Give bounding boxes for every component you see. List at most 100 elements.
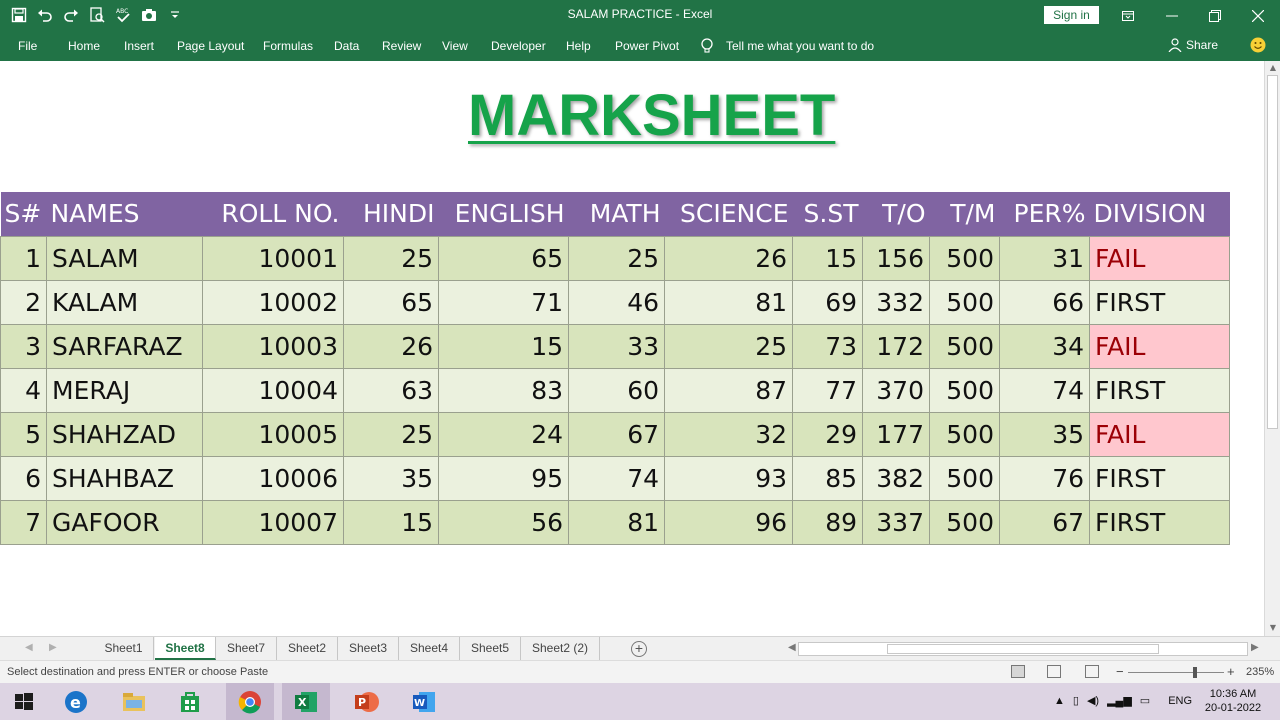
total-obtained-cell[interactable]: 172 [862,323,930,369]
division-cell[interactable]: FAIL [1089,235,1230,281]
tab-file[interactable]: File [18,39,37,53]
zoom-level[interactable]: 235% [1246,666,1274,678]
tab-developer[interactable]: Developer [491,39,546,53]
math-cell[interactable]: 74 [568,455,665,501]
science-cell[interactable]: 87 [664,367,793,413]
edge-icon[interactable]: e [52,683,100,720]
hindi-cell[interactable]: 25 [343,411,439,457]
start-icon[interactable] [0,683,48,720]
vertical-scrollbar[interactable]: ▲ ▼ [1264,61,1280,636]
sheet-tab-sheet4[interactable]: Sheet4 [399,637,460,660]
name-cell[interactable]: SARFARAZ [46,323,203,369]
header-sno[interactable]: S# [0,192,47,236]
science-cell[interactable]: 81 [664,279,793,325]
total-obtained-cell[interactable]: 156 [862,235,930,281]
sheet-tab-sheet1[interactable]: Sheet1 [94,637,154,660]
tab-insert[interactable]: Insert [124,39,154,53]
hscroll-left-icon[interactable]: ◀ [788,642,796,653]
total-marks-cell[interactable]: 500 [929,279,1000,325]
sst-cell[interactable]: 77 [792,367,863,413]
header-division[interactable]: DIVISION [1089,192,1230,236]
percentage-cell[interactable]: 76 [999,455,1090,501]
scroll-down-icon[interactable]: ▼ [1268,623,1278,633]
division-cell[interactable]: FIRST [1089,279,1230,325]
tab-help[interactable]: Help [566,39,591,53]
header-roll-no[interactable]: ROLL NO. [202,192,344,236]
sign-in-button[interactable]: Sign in [1044,6,1099,24]
network-icon[interactable]: ▂▄▆ [1107,694,1132,707]
sno-cell[interactable]: 5 [0,411,47,457]
hindi-cell[interactable]: 63 [343,367,439,413]
math-cell[interactable]: 25 [568,235,665,281]
math-cell[interactable]: 60 [568,367,665,413]
clock[interactable]: 10:36 AM 20-01-2022 [1203,687,1263,715]
header-total-marks[interactable]: T/M [929,192,1000,236]
tab-power-pivot[interactable]: Power Pivot [615,39,679,53]
header-names[interactable]: NAMES [46,192,203,236]
page-break-view-icon[interactable] [1085,665,1099,678]
page-layout-view-icon[interactable] [1047,665,1061,678]
hscroll-right-icon[interactable]: ▶ [1251,642,1259,653]
science-cell[interactable]: 32 [664,411,793,457]
roll-no-cell[interactable]: 10003 [202,323,344,369]
add-sheet-icon[interactable]: + [631,641,647,657]
roll-no-cell[interactable]: 10004 [202,367,344,413]
zoom-in-icon[interactable]: + [1227,664,1235,679]
header-science[interactable]: SCIENCE [664,192,793,236]
close-icon[interactable] [1236,0,1280,31]
share-button[interactable]: Share [1168,38,1218,52]
chrome-icon[interactable] [226,683,274,720]
english-cell[interactable]: 95 [438,455,569,501]
vertical-scroll-thumb[interactable] [1267,75,1278,429]
language-indicator[interactable]: ENG [1168,695,1192,707]
sno-cell[interactable]: 3 [0,323,47,369]
division-cell[interactable]: FIRST [1089,499,1230,545]
smiley-feedback-icon[interactable] [1250,37,1266,53]
division-cell[interactable]: FIRST [1089,455,1230,501]
hindi-cell[interactable]: 15 [343,499,439,545]
total-obtained-cell[interactable]: 370 [862,367,930,413]
hindi-cell[interactable]: 25 [343,235,439,281]
division-cell[interactable]: FIRST [1089,367,1230,413]
file-explorer-icon[interactable] [110,683,158,720]
roll-no-cell[interactable]: 10007 [202,499,344,545]
sno-cell[interactable]: 7 [0,499,47,545]
sst-cell[interactable]: 29 [792,411,863,457]
name-cell[interactable]: SHAHZAD [46,411,203,457]
zoom-out-icon[interactable]: − [1116,664,1124,679]
total-obtained-cell[interactable]: 382 [862,455,930,501]
header-hindi[interactable]: HINDI [343,192,439,236]
percentage-cell[interactable]: 35 [999,411,1090,457]
excel-icon[interactable]: X [282,683,330,720]
math-cell[interactable]: 46 [568,279,665,325]
division-cell[interactable]: FAIL [1089,411,1230,457]
horizontal-scroll-thumb[interactable] [887,644,1159,654]
volume-icon[interactable]: ◀) [1087,694,1099,707]
english-cell[interactable]: 83 [438,367,569,413]
minimize-icon[interactable] [1150,0,1194,31]
tab-data[interactable]: Data [334,39,359,53]
roll-no-cell[interactable]: 10005 [202,411,344,457]
percentage-cell[interactable]: 74 [999,367,1090,413]
sheet-tab-sheet2-2[interactable]: Sheet2 (2) [521,637,600,660]
total-marks-cell[interactable]: 500 [929,367,1000,413]
tab-formulas[interactable]: Formulas [263,39,313,53]
header-english[interactable]: ENGLISH [438,192,569,236]
sno-cell[interactable]: 2 [0,279,47,325]
header-sst[interactable]: S.ST [792,192,863,236]
english-cell[interactable]: 56 [438,499,569,545]
science-cell[interactable]: 25 [664,323,793,369]
zoom-slider-knob[interactable] [1193,667,1197,678]
name-cell[interactable]: GAFOOR [46,499,203,545]
restore-icon[interactable] [1193,0,1237,31]
percentage-cell[interactable]: 67 [999,499,1090,545]
total-marks-cell[interactable]: 500 [929,411,1000,457]
next-sheet-icon[interactable]: ▶ [49,642,57,653]
sst-cell[interactable]: 73 [792,323,863,369]
total-obtained-cell[interactable]: 332 [862,279,930,325]
sheet-tab-sheet3[interactable]: Sheet3 [338,637,399,660]
sno-cell[interactable]: 1 [0,235,47,281]
word-icon[interactable]: W [400,683,448,720]
total-marks-cell[interactable]: 500 [929,323,1000,369]
show-hidden-icons-icon[interactable]: ▲ [1054,695,1065,707]
